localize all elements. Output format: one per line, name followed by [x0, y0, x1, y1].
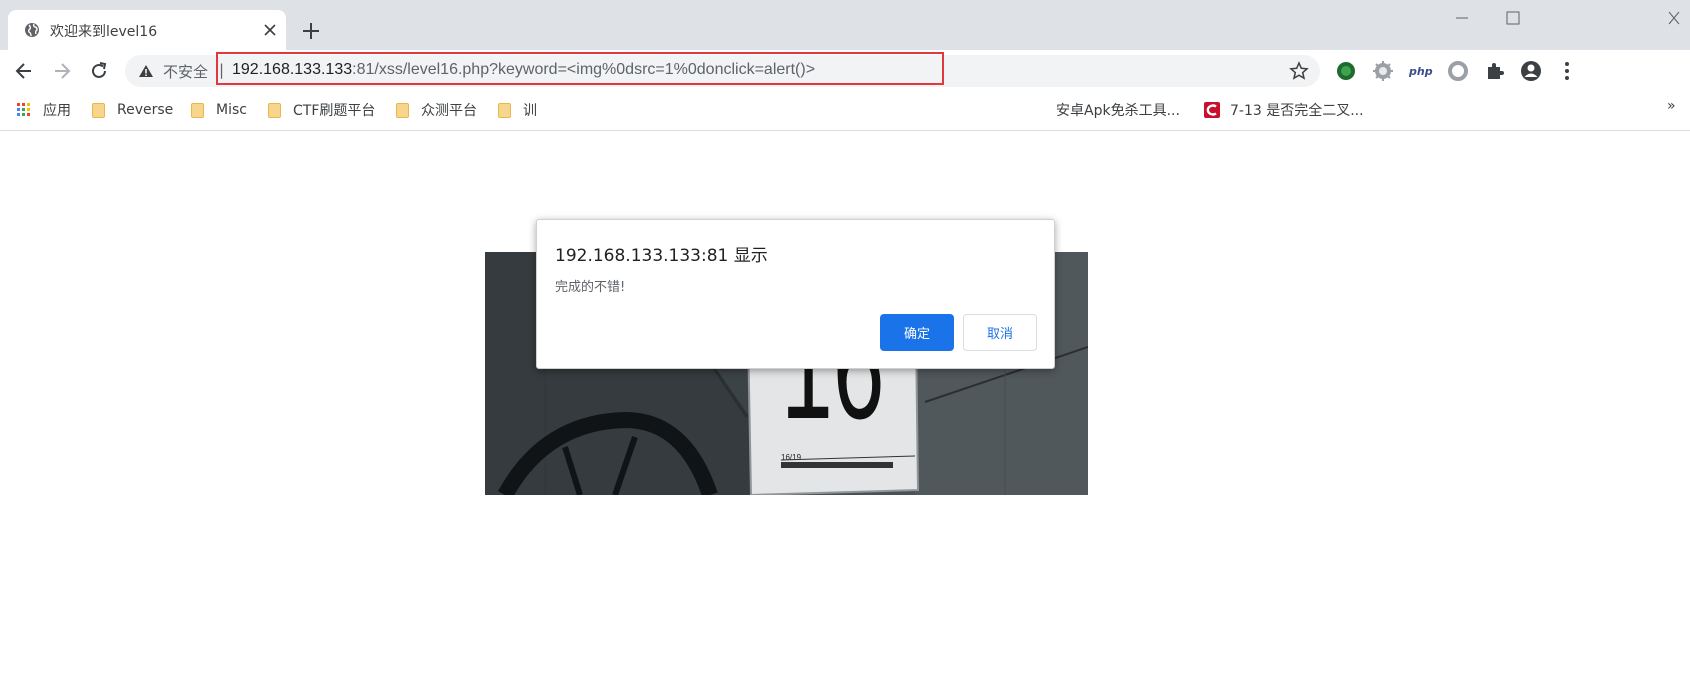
url-host: 192.168.133.133 [232, 61, 353, 78]
folder-icon [396, 102, 409, 118]
warning-icon [139, 65, 153, 77]
back-icon[interactable] [13, 60, 35, 82]
cancel-button[interactable]: 取消 [963, 314, 1037, 351]
bookmark-folder-train[interactable]: 训 [498, 98, 537, 122]
profile-avatar-icon[interactable] [1520, 60, 1542, 82]
new-tab-icon[interactable] [300, 20, 322, 42]
bookmark-binary-tree[interactable]: 7-13 是否完全二叉... [1204, 98, 1364, 122]
dialog-title: 192.168.133.133:81 显示 [555, 246, 768, 266]
bookmarks-bar: 应用 Reverse Misc CTF刷题平台 众测平台 训 安卓Apk免杀工具… [0, 92, 1690, 131]
menu-kebab-icon[interactable] [1556, 60, 1578, 82]
forward-icon[interactable] [51, 60, 73, 82]
bookmark-star-icon[interactable] [1289, 61, 1309, 81]
minimize-icon[interactable] [1452, 8, 1472, 28]
folder-icon [191, 102, 204, 118]
tab-active[interactable]: 欢迎来到level16 [8, 10, 286, 50]
bookmark-label: 安卓Apk免杀工具... [1056, 103, 1180, 119]
address-bar[interactable]: 不安全 | 192.168.133.133:81/xss/level16.php… [125, 52, 1320, 87]
tab-title: 欢迎来到level16 [50, 24, 158, 40]
reload-icon[interactable] [88, 60, 110, 82]
folder-icon [92, 102, 105, 118]
folder-icon [268, 102, 281, 118]
bookmark-label: Reverse [117, 102, 174, 118]
close-tab-icon[interactable] [260, 20, 280, 40]
dialog-message: 完成的不错! [555, 280, 626, 295]
bookmark-folder-misc[interactable]: Misc [191, 98, 247, 122]
bookmark-apps[interactable]: 应用 [17, 98, 71, 122]
bookmark-label: CTF刷题平台 [293, 103, 376, 119]
extensions-puzzle-icon[interactable] [1484, 60, 1506, 82]
apps-grid-icon [17, 103, 30, 116]
url-text[interactable]: 192.168.133.133:81/xss/level16.php?keywo… [232, 61, 815, 79]
globe-icon [25, 23, 39, 37]
ok-button[interactable]: 确定 [880, 314, 954, 351]
bookmark-label: 7-13 是否完全二叉... [1230, 103, 1364, 119]
bookmark-label: 众测平台 [421, 103, 477, 119]
page-content: 16 16/19 192.168.133.133:81 显示 完成的不错! 确定… [0, 131, 1690, 690]
extension-green-icon[interactable] [1335, 60, 1357, 82]
bookmark-folder-ctf[interactable]: CTF刷题平台 [268, 98, 375, 122]
maximize-icon[interactable] [1503, 8, 1523, 28]
alert-dialog: 192.168.133.133:81 显示 完成的不错! 确定 取消 [536, 219, 1055, 369]
url-path: :81/xss/level16.php?keyword=<img%0dsrc=1… [352, 61, 816, 78]
close-window-icon[interactable] [1664, 8, 1684, 28]
bookmark-folder-crowdtest[interactable]: 众测平台 [396, 98, 477, 122]
toolbar: 不安全 | 192.168.133.133:81/xss/level16.php… [0, 50, 1690, 92]
bookmark-label: Misc [216, 102, 247, 118]
bookmark-folder-reverse[interactable]: Reverse [92, 98, 173, 122]
folder-icon [498, 102, 511, 118]
extension-gear-icon[interactable] [1372, 60, 1394, 82]
csdn-logo-icon [1204, 102, 1220, 118]
sign-caption: 16/19 [781, 453, 802, 462]
bookmark-label: 应用 [43, 103, 71, 119]
svg-text:php: php [1408, 65, 1433, 78]
extension-circle-icon[interactable] [1447, 60, 1469, 82]
bookmark-label: 训 [523, 103, 537, 119]
tab-strip: 欢迎来到level16 [0, 0, 1690, 50]
php-extension-icon[interactable]: php [1408, 60, 1434, 82]
security-label[interactable]: 不安全 [163, 61, 208, 82]
bookmark-apk-tool[interactable]: 安卓Apk免杀工具... [1056, 98, 1180, 122]
bookmarks-overflow[interactable]: » [1667, 98, 1676, 114]
